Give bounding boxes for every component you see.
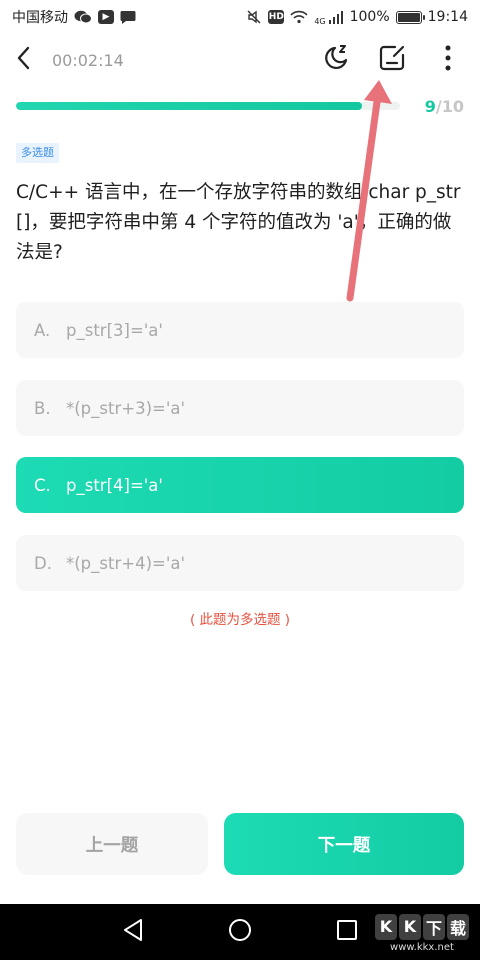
mute-icon <box>246 9 262 25</box>
option-text: p_str[3]='a' <box>66 320 163 340</box>
progress-total: 10 <box>441 96 464 116</box>
watermark-char: K <box>375 913 397 940</box>
question-type-tag: 多选题 <box>16 143 59 163</box>
option-key: D. <box>34 553 52 573</box>
clock: 19:14 <box>427 9 468 25</box>
option-c[interactable]: C. p_str[4]='a' <box>16 457 464 513</box>
watermark-char: 载 <box>447 913 469 940</box>
battery-percent: 100% <box>349 9 390 25</box>
option-b[interactable]: B. *(p_str+3)='a' <box>16 380 464 436</box>
option-d[interactable]: D. *(p_str+4)='a' <box>16 535 464 591</box>
elapsed-timer: 00:02:14 <box>52 50 124 70</box>
watermark-char: 下 <box>423 913 445 940</box>
signal-icon <box>328 10 344 24</box>
nav-recents-button[interactable] <box>332 917 362 947</box>
nav-recents-icon <box>336 919 358 945</box>
previous-question-button[interactable]: 上一题 <box>16 813 208 875</box>
night-mode-button[interactable] <box>320 44 352 76</box>
option-text: *(p_str+3)='a' <box>66 398 186 418</box>
header-actions <box>320 44 464 76</box>
next-question-button[interactable]: 下一题 <box>224 813 464 875</box>
hd-badge-icon: HD <box>268 10 285 24</box>
wifi-icon <box>290 10 308 24</box>
wechat-icon <box>74 10 92 24</box>
nav-back-button[interactable] <box>118 917 148 947</box>
nav-home-button[interactable] <box>225 917 255 947</box>
header: 00:02:14 <box>0 34 480 86</box>
network-type: 4G <box>314 17 326 26</box>
option-text: p_str[4]='a' <box>66 475 163 495</box>
progress-count: 9/10 <box>425 97 464 116</box>
back-button[interactable] <box>16 45 36 75</box>
watermark: K K 下 载 www.kkx.net <box>372 910 472 956</box>
back-arrow-icon <box>16 46 30 74</box>
message-icon <box>120 10 136 24</box>
multi-choice-hint: ( 此题为多选题 ) <box>189 612 291 628</box>
option-key: A. <box>34 320 51 340</box>
option-a[interactable]: A. p_str[3]='a' <box>16 302 464 358</box>
nav-home-icon <box>228 918 252 946</box>
status-left: 中国移动 ▶ <box>12 7 136 27</box>
more-vertical-icon <box>444 44 452 76</box>
progress-fill <box>16 102 362 110</box>
status-bar: 中国移动 ▶ HD 4G 100% 19:14 <box>0 0 480 34</box>
option-key: C. <box>34 475 51 495</box>
answer-sheet-icon <box>377 43 407 77</box>
answer-sheet-button[interactable] <box>376 44 408 76</box>
battery-icon <box>395 10 425 24</box>
question-text: C/C++ 语言中，在一个存放字符串的数组 char p_str[]，要把字符串… <box>16 182 461 263</box>
status-right: HD 4G 100% 19:14 <box>246 8 468 26</box>
watermark-logo: K K 下 载 <box>375 913 469 940</box>
progress-row: 9/10 <box>16 92 464 120</box>
progress-current: 9 <box>424 96 436 116</box>
media-play-icon: ▶ <box>98 10 114 24</box>
progress-bar <box>16 102 400 110</box>
option-text: *(p_str+4)='a' <box>66 553 186 573</box>
night-mode-icon <box>321 43 351 77</box>
more-options-button[interactable] <box>432 44 464 76</box>
watermark-char: K <box>399 913 421 940</box>
carrier-name: 中国移动 <box>12 10 68 26</box>
option-key: B. <box>34 398 51 418</box>
nav-back-icon <box>122 918 144 946</box>
watermark-url: www.kkx.net <box>390 941 454 953</box>
